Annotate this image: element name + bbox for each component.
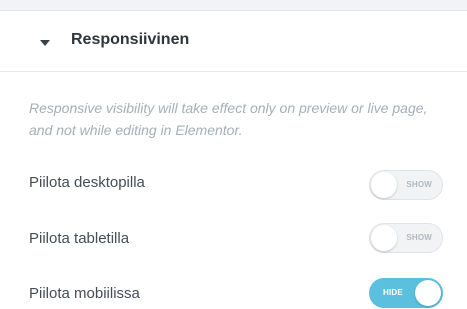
toggle-state-text: HIDE bbox=[383, 288, 403, 297]
hide-mobile-label: Piilota mobiilissa bbox=[29, 285, 140, 302]
caret-down-icon[interactable] bbox=[40, 40, 50, 46]
hide-desktop-label: Piilota desktopilla bbox=[29, 174, 145, 191]
toggle-knob bbox=[371, 172, 397, 198]
toggle-knob bbox=[371, 225, 397, 251]
section-title: Responsiivinen bbox=[71, 31, 190, 48]
section-header[interactable]: Responsiivinen bbox=[0, 11, 467, 72]
responsive-settings-panel: Responsiivinen Responsive visibility wil… bbox=[0, 0, 467, 309]
top-strip bbox=[0, 0, 467, 11]
toggle-knob bbox=[415, 280, 441, 306]
hide-tablet-label: Piilota tabletilla bbox=[29, 230, 130, 247]
toggle-state-text: SHOW bbox=[406, 180, 432, 189]
hide-mobile-toggle[interactable]: HIDE bbox=[369, 278, 443, 308]
hide-desktop-toggle[interactable]: SHOW bbox=[369, 170, 443, 200]
hide-tablet-toggle[interactable]: SHOW bbox=[369, 223, 443, 253]
toggle-state-text: SHOW bbox=[406, 233, 432, 242]
responsive-visibility-note: Responsive visibility will take effect o… bbox=[29, 100, 428, 138]
